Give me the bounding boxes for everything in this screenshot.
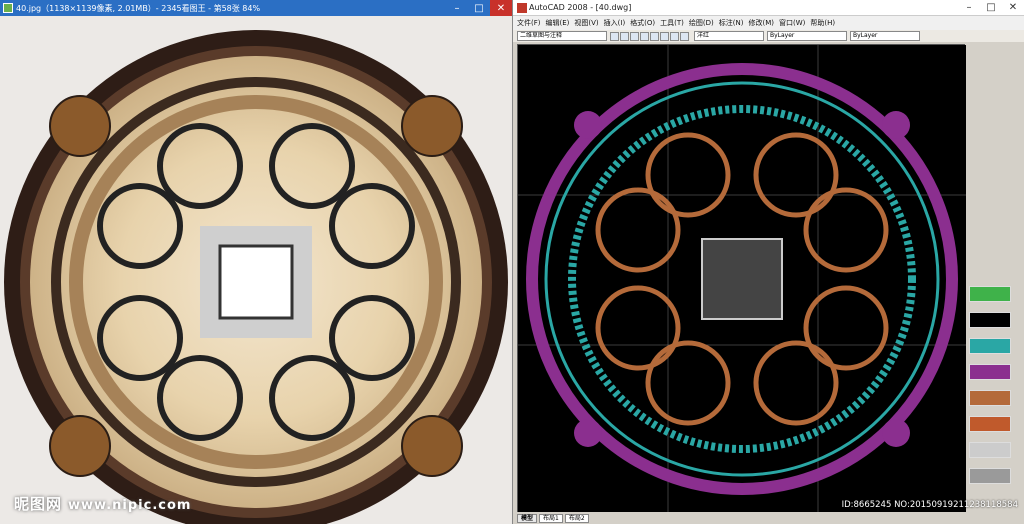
viewer-title: 40.jpg（1138×1139像素, 2.01MB）- 2345看图王 - 第…	[16, 3, 261, 13]
marble-medallion-image: 昵图网 www.nipic.com	[0, 16, 512, 524]
workspace-settings-icon[interactable]	[610, 31, 619, 41]
linetype-select[interactable]: ByLayer	[767, 31, 847, 41]
autocad-logo-icon	[517, 3, 527, 13]
menu-file[interactable]: 文件(F)	[517, 18, 541, 28]
menu-view[interactable]: 视图(V)	[574, 18, 598, 28]
tab-layout1[interactable]: 布局1	[539, 513, 563, 523]
viewer-app-icon	[3, 3, 13, 13]
cad-drawing-graphic	[518, 45, 966, 513]
cad-drawing-area[interactable]	[517, 44, 966, 513]
menu-window[interactable]: 窗口(W)	[779, 18, 805, 28]
maximize-icon[interactable]: □	[468, 0, 490, 16]
swatch-purple[interactable]	[969, 364, 1011, 380]
zoom-window-icon[interactable]	[640, 31, 649, 41]
lineweight-select[interactable]: ByLayer	[850, 31, 920, 41]
menu-draw[interactable]: 绘图(D)	[689, 18, 714, 28]
zoom-out-icon[interactable]	[670, 31, 679, 41]
watermark-brand: 昵图网	[14, 495, 63, 513]
layer-select[interactable]: 洋红	[694, 31, 764, 41]
cad-title-bar[interactable]: AutoCAD 2008 - [40.dwg] – □ ✕	[513, 0, 1024, 16]
tab-layout2[interactable]: 布局2	[564, 513, 589, 523]
menu-dimension[interactable]: 标注(N)	[719, 18, 744, 28]
menu-help[interactable]: 帮助(H)	[810, 18, 835, 28]
swatch-green[interactable]	[969, 286, 1011, 302]
pan-icon[interactable]	[620, 31, 629, 41]
close-icon[interactable]: ✕	[490, 0, 512, 16]
menu-tools[interactable]: 工具(T)	[660, 18, 684, 28]
viewer-title-bar[interactable]: 40.jpg（1138×1139像素, 2.01MB）- 2345看图王 - 第…	[0, 0, 512, 16]
cad-status-bar: 模型 布局1 布局2	[513, 512, 1024, 524]
image-viewer-window: 40.jpg（1138×1139像素, 2.01MB）- 2345看图王 - 第…	[0, 0, 512, 524]
hatch-swatch-panel	[969, 286, 1013, 494]
menu-insert[interactable]: 插入(I)	[604, 18, 626, 28]
autocad-window: AutoCAD 2008 - [40.dwg] – □ ✕ 文件(F) 编辑(E…	[512, 0, 1024, 524]
menu-format[interactable]: 格式(O)	[630, 18, 655, 28]
tab-model[interactable]: 模型	[517, 513, 538, 523]
medallion-graphic	[0, 16, 512, 524]
cad-menu-bar: 文件(F) 编辑(E) 视图(V) 插入(I) 格式(O) 工具(T) 绘图(D…	[513, 16, 1024, 30]
swatch-black[interactable]	[969, 312, 1011, 328]
image-id-label: ID:8665245 NO:20150919211238118584	[841, 500, 1018, 510]
cad-minimize-icon[interactable]: –	[958, 0, 980, 16]
swatch-gray[interactable]	[969, 468, 1011, 484]
cad-title: AutoCAD 2008 - [40.dwg]	[529, 3, 632, 12]
swatch-brown[interactable]	[969, 390, 1011, 406]
swatch-orange[interactable]	[969, 416, 1011, 432]
watermark-url: www.nipic.com	[68, 498, 192, 513]
swatch-light-gray[interactable]	[969, 442, 1011, 458]
menu-edit[interactable]: 编辑(E)	[546, 18, 570, 28]
workspace-select[interactable]: 二维草图与注释	[517, 31, 607, 41]
cad-toolbar: 二维草图与注释 洋红 ByLayer ByLayer	[513, 30, 1024, 42]
minimize-icon[interactable]: –	[446, 0, 468, 16]
watermark: 昵图网 www.nipic.com	[14, 493, 191, 514]
swatch-teal[interactable]	[969, 338, 1011, 354]
zoom-in-icon[interactable]	[660, 31, 669, 41]
zoom-extents-icon[interactable]	[680, 31, 689, 41]
cad-maximize-icon[interactable]: □	[980, 0, 1002, 16]
cad-close-icon[interactable]: ✕	[1002, 0, 1024, 16]
zoom-realtime-icon[interactable]	[630, 31, 639, 41]
menu-modify[interactable]: 修改(M)	[748, 18, 774, 28]
zoom-previous-icon[interactable]	[650, 31, 659, 41]
